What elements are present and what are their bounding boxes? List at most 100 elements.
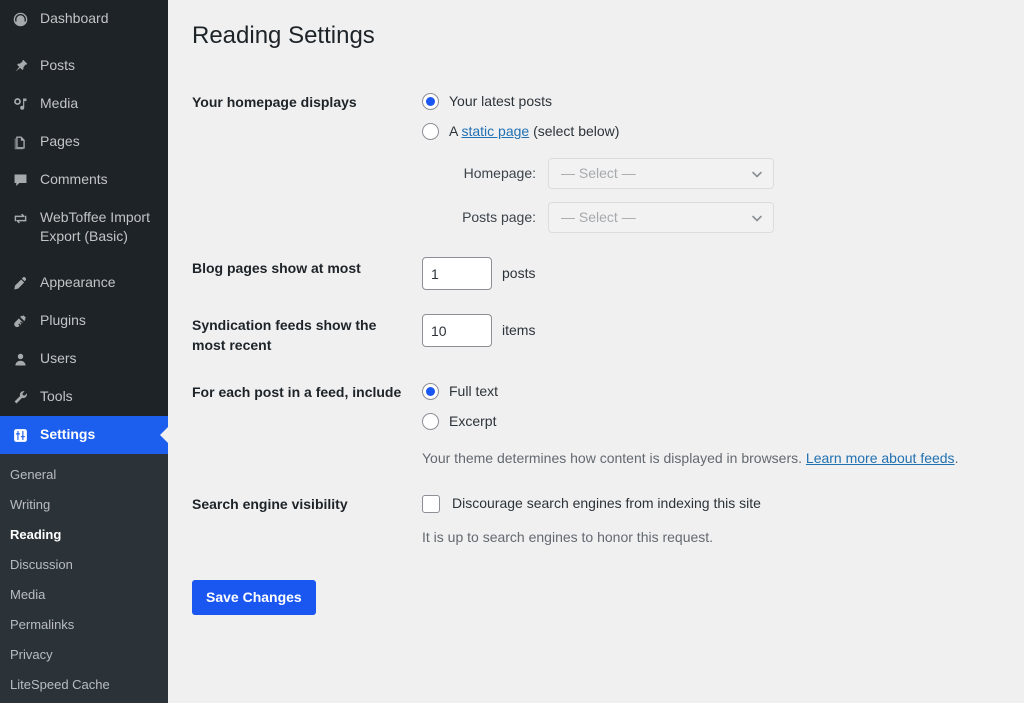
chevron-down-icon (751, 168, 763, 180)
submenu-item-general[interactable]: General (0, 460, 168, 490)
radio-option-static-page[interactable]: A static page (select below) (422, 121, 994, 142)
sidebar-item-dashboard[interactable]: Dashboard (0, 0, 168, 38)
static-page-text-before: A (449, 123, 462, 140)
comments-icon (10, 170, 30, 190)
settings-icon (10, 425, 30, 445)
feed-desc-after: . (954, 450, 959, 467)
blog-pages-unit: posts (502, 265, 536, 282)
radio-static-page[interactable] (422, 123, 439, 141)
submenu-item-litespeed-cache[interactable]: LiteSpeed Cache (0, 670, 168, 700)
sidebar-item-media[interactable]: Media (0, 85, 168, 123)
sidebar-item-label: Plugins (40, 312, 86, 328)
radio-label-excerpt: Excerpt (449, 413, 497, 430)
sidebar-item-label: Comments (40, 171, 108, 187)
sidebar-item-tools[interactable]: Tools (0, 378, 168, 416)
row-feed-include: For each post in a feed, include Full te… (192, 369, 1004, 481)
submenu-item-privacy[interactable]: Privacy (0, 640, 168, 670)
radio-option-latest-posts[interactable]: Your latest posts (422, 91, 994, 112)
radio-option-full-text[interactable]: Full text (422, 381, 994, 402)
sidebar-item-label: Posts (40, 57, 76, 73)
chevron-down-icon (751, 212, 763, 224)
blog-pages-input[interactable] (422, 257, 492, 291)
submenu-item-discussion[interactable]: Discussion (0, 550, 168, 580)
sidebar-item-settings[interactable]: Settings (0, 416, 168, 454)
row-homepage-select: Homepage: — Select — (440, 158, 994, 190)
import-export-icon (10, 208, 30, 228)
tools-icon (10, 387, 30, 407)
radio-full-text[interactable] (422, 383, 439, 401)
posts-page-select-value: — Select — (561, 209, 636, 226)
settings-submenu: General Writing Reading Discussion Media Perm… (0, 454, 168, 703)
sidebar-item-label: Tools (40, 388, 73, 404)
radio-option-excerpt[interactable]: Excerpt (422, 411, 994, 432)
menu-separator (0, 38, 168, 47)
row-search-visibility: Search engine visibility Discourage sear… (192, 481, 1004, 560)
pages-icon (10, 132, 30, 152)
admin-sidebar: Dashboard Posts Media Pages Comments WebToffe… (0, 0, 168, 703)
radio-label-static-page: A static page (select below) (449, 121, 619, 142)
cell-homepage-displays: Your latest posts A static page (select … (422, 79, 1004, 245)
cell-syndication-feeds: items (422, 302, 1004, 369)
homepage-select[interactable]: — Select — (548, 158, 774, 190)
label-homepage-select: Homepage: (463, 165, 536, 182)
syndication-feeds-unit: items (502, 322, 536, 339)
plugins-icon (10, 311, 30, 331)
sidebar-menu: Dashboard Posts Media Pages Comments WebToffe… (0, 0, 168, 454)
row-posts-page-select: Posts page: — Select — (440, 202, 994, 234)
static-page-text-after: (select below) (529, 123, 620, 140)
sidebar-item-label: Users (40, 350, 77, 366)
appearance-icon (10, 273, 30, 293)
sidebar-item-label: WebToffee Import Export (Basic) (40, 209, 150, 244)
sidebar-item-label: Settings (40, 426, 96, 442)
sidebar-item-label: Media (40, 95, 79, 111)
feed-desc-before: Your theme determines how content is dis… (422, 450, 806, 467)
sidebar-item-webtoffee-import-export-basic[interactable]: WebToffee Import Export (Basic) (0, 199, 168, 255)
menu-separator (0, 255, 168, 264)
row-homepage-displays: Your homepage displays Your latest posts… (192, 79, 1004, 245)
search-visibility-control[interactable]: Discourage search engines from indexing … (422, 493, 994, 514)
dashboard-icon (10, 9, 30, 29)
radio-label-latest-posts: Your latest posts (449, 93, 552, 110)
sidebar-item-appearance[interactable]: Appearance (0, 264, 168, 302)
syndication-feeds-input[interactable] (422, 314, 492, 348)
cell-search-visibility: Discourage search engines from indexing … (422, 481, 1004, 560)
sidebar-item-posts[interactable]: Posts (0, 47, 168, 85)
submit-section: Save Changes (192, 560, 1004, 616)
media-icon (10, 94, 30, 114)
cell-blog-pages: posts (422, 245, 1004, 302)
search-visibility-description: It is up to search engines to honor this… (422, 529, 714, 546)
cell-feed-include: Full text Excerpt Your theme determines … (422, 369, 1004, 481)
feed-include-description: Your theme determines how content is dis… (422, 448, 994, 469)
radio-excerpt[interactable] (422, 413, 439, 431)
label-homepage-displays: Your homepage displays (192, 94, 357, 111)
sidebar-item-label: Pages (40, 133, 80, 149)
syndication-feeds-control: items (422, 314, 994, 348)
blog-pages-control: posts (422, 257, 994, 291)
sidebar-item-label: Appearance (40, 274, 116, 290)
discourage-search-engines-checkbox[interactable] (422, 494, 440, 513)
label-feed-include: For each post in a feed, include (192, 384, 402, 401)
sidebar-item-plugins[interactable]: Plugins (0, 302, 168, 340)
label-search-visibility: Search engine visibility (192, 496, 348, 513)
sidebar-item-users[interactable]: Users (0, 340, 168, 378)
sidebar-item-comments[interactable]: Comments (0, 161, 168, 199)
save-changes-button[interactable]: Save Changes (192, 580, 316, 616)
posts-page-select[interactable]: — Select — (548, 202, 774, 234)
submenu-item-reading[interactable]: Reading (0, 520, 168, 550)
main-content: Reading Settings Your homepage displays … (168, 0, 1024, 703)
radio-latest-posts[interactable] (422, 93, 439, 111)
page-title: Reading Settings (192, 22, 375, 49)
row-syndication-feeds: Syndication feeds show the most recent i… (192, 302, 1004, 369)
static-page-link[interactable]: static page (461, 123, 529, 139)
users-icon (10, 349, 30, 369)
submenu-item-writing[interactable]: Writing (0, 490, 168, 520)
submenu-item-permalinks[interactable]: Permalinks (0, 610, 168, 640)
learn-more-feeds-link[interactable]: Learn more about feeds (806, 450, 955, 466)
submenu-item-media[interactable]: Media (0, 580, 168, 610)
static-page-selectors: Homepage: — Select — Posts page: — Selec… (422, 158, 994, 234)
reading-settings-form: Your homepage displays Your latest posts… (192, 79, 1004, 560)
sidebar-item-pages[interactable]: Pages (0, 123, 168, 161)
sidebar-item-label: Dashboard (40, 10, 109, 26)
label-blog-pages: Blog pages show at most (192, 260, 361, 277)
homepage-select-value: — Select — (561, 165, 636, 182)
